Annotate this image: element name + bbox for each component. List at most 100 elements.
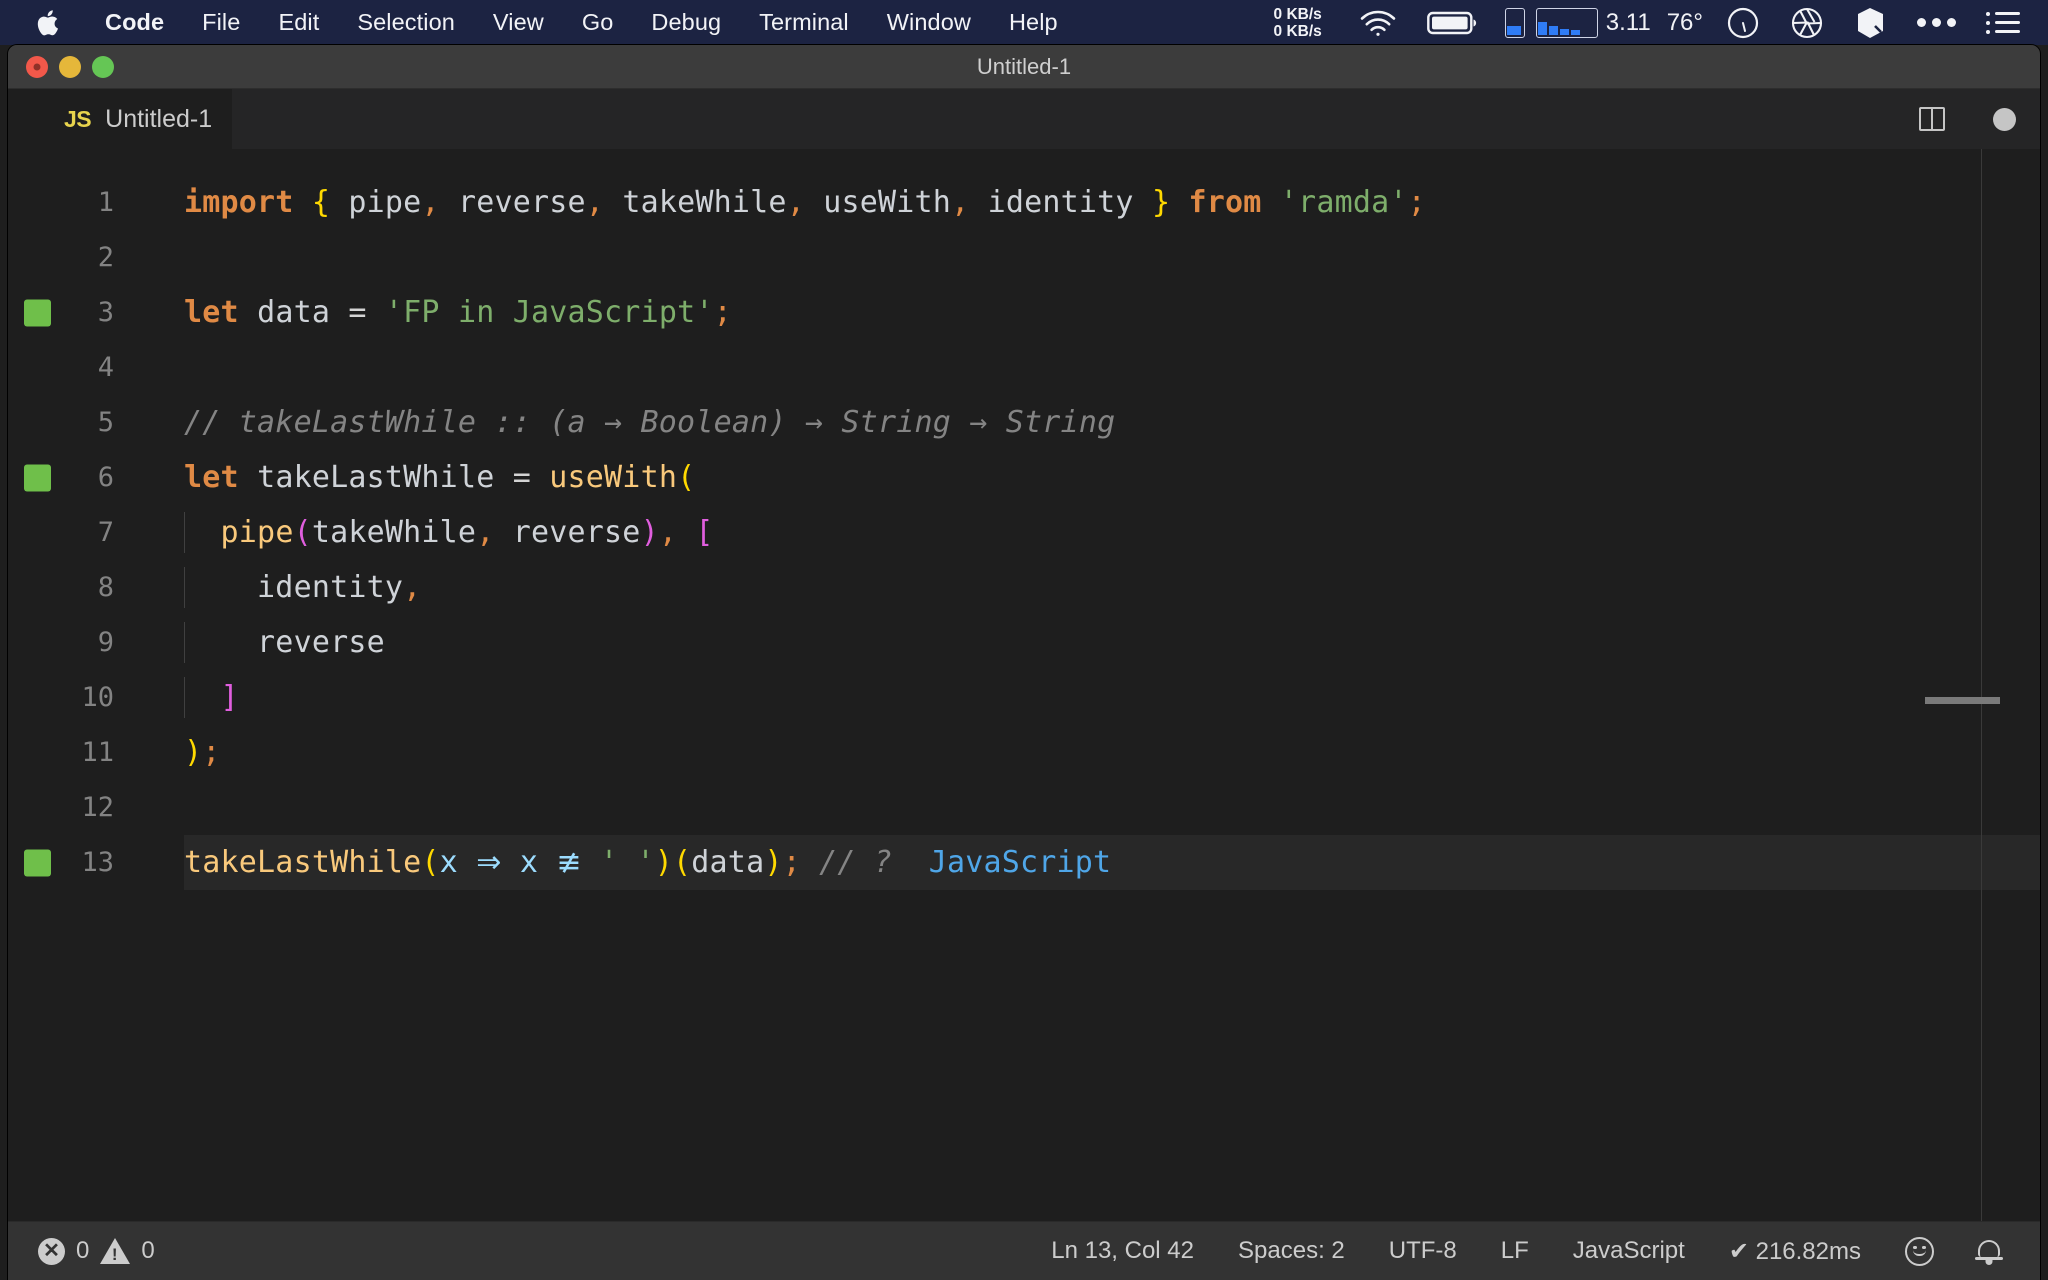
cpu-meter-icon[interactable] [1504,7,1525,38]
menu-bar-status-items: 0 KB/s 0 KB/s 3.11 76° [1274,0,2048,45]
menu-item-selection[interactable]: Selection [338,0,474,45]
line-content: reverse [136,622,385,663]
notifications-button[interactable] [1956,1238,2022,1265]
status-bar-right: Ln 13, Col 42 Spaces: 2 UTF-8 LF JavaScr… [1029,1236,2022,1266]
split-editor-icon[interactable] [1919,107,1945,131]
status-bar: ✕ 0 0 Ln 13, Col 42 Spaces: 2 UTF-8 LF J… [8,1221,2040,1280]
javascript-file-icon: JS [64,105,92,132]
code-line-5[interactable]: 5 // takeLastWhile :: (a → Boolean) → St… [8,395,2040,450]
network-upload-speed: 0 KB/s [1273,5,1322,23]
line-number: 5 [97,407,114,438]
list-menu-icon[interactable] [1986,11,2020,34]
dirty-dot-icon[interactable] [1993,107,2016,131]
quokka-live-marker[interactable] [24,299,51,326]
macos-menu-bar: Code File Edit Selection View Go Debug T… [0,0,2048,45]
battery-icon[interactable] [1426,9,1479,37]
wifi-icon[interactable] [1359,9,1397,37]
line-number: 7 [97,517,114,548]
apple-logo-icon[interactable] [0,8,86,38]
code-editor[interactable]: 1 import { pipe, reverse, takeWhile, use… [8,149,2040,1221]
code-line-4[interactable]: 4 [8,340,2040,395]
line-number: 8 [97,572,114,603]
error-count: 0 [76,1237,90,1264]
quokka-run-status[interactable]: ✔ 216.82ms [1707,1237,1883,1266]
line-number: 1 [97,187,114,218]
window-titlebar: Untitled-1 [8,45,2040,89]
code-line-3[interactable]: 3 let data = 'FP in JavaScript'; [8,285,2040,340]
line-content: let data = 'FP in JavaScript'; [184,295,732,330]
eol-status[interactable]: LF [1479,1237,1551,1265]
menu-item-edit[interactable]: Edit [259,0,338,45]
network-speed-indicator[interactable]: 0 KB/s 0 KB/s [1274,6,1322,40]
window-controls [8,55,114,78]
line-content: let takeLastWhile = useWith( [184,460,696,495]
menu-item-file[interactable]: File [183,0,259,45]
menu-item-help[interactable]: Help [990,0,1077,45]
encoding-status[interactable]: UTF-8 [1367,1237,1479,1265]
bell-icon [1975,1238,2003,1265]
menu-item-window[interactable]: Window [868,0,990,45]
cursor-position-status[interactable]: Ln 13, Col 42 [1029,1237,1216,1265]
code-line-11[interactable]: 11 ); [8,725,2040,780]
warning-triangle-icon [100,1238,131,1265]
code-line-7[interactable]: 7 pipe(takeWhile, reverse), [ [8,505,2040,560]
line-content: ] [136,677,239,718]
code-line-13[interactable]: 13 takeLastWhile(x ⇒ x ≢ ' ')(data); // … [8,835,2040,890]
tab-untitled-1[interactable]: JS Untitled-1 [8,89,233,149]
editor-scrollbar-thumb[interactable] [1925,697,2000,704]
warning-count: 0 [141,1237,155,1264]
code-line-10[interactable]: 10 ] [8,670,2040,725]
ellipsis-icon[interactable] [1917,18,1956,27]
line-content: ); [184,735,221,770]
cube-icon[interactable] [1854,6,1886,40]
close-window-button[interactable] [26,55,48,78]
error-circle-icon: ✕ [38,1237,65,1265]
quokka-live-marker[interactable] [24,849,51,876]
activity-graph-icon[interactable] [1535,7,1598,38]
problems-status[interactable]: ✕ 0 0 [24,1237,169,1265]
code-line-8[interactable]: 8 identity, [8,560,2040,615]
minimize-window-button[interactable] [59,55,81,78]
editor-vertical-rule [1981,149,1982,1221]
feedback-button[interactable] [1883,1236,1956,1266]
status-bar-left: ✕ 0 0 [8,1237,169,1265]
network-download-speed: 0 KB/s [1273,22,1322,40]
menu-bar-items: Code File Edit Selection View Go Debug T… [0,0,1077,45]
menu-item-terminal[interactable]: Terminal [740,0,868,45]
line-number: 2 [97,242,114,273]
gauge-icon[interactable] [1726,6,1760,40]
aperture-icon[interactable] [1790,6,1824,40]
window-title: Untitled-1 [976,53,1072,79]
line-content: pipe(takeWhile, reverse), [ [136,512,714,553]
quokka-live-marker[interactable] [24,464,51,491]
maximize-window-button[interactable] [92,55,114,78]
line-number: 4 [97,352,114,383]
code-lines: 1 import { pipe, reverse, takeWhile, use… [8,175,2040,890]
temperature-value[interactable]: 76° [1667,9,1703,37]
language-mode-status[interactable]: JavaScript [1551,1237,1707,1265]
vscode-window: Untitled-1 JS Untitled-1 1 import { pipe… [8,45,2040,1280]
line-number: 12 [81,792,114,823]
code-line-12[interactable]: 12 [8,780,2040,835]
code-line-2[interactable]: 2 [8,230,2040,285]
menu-item-go[interactable]: Go [563,0,633,45]
menu-item-view[interactable]: View [474,0,563,45]
system-load-value[interactable]: 3.11 [1606,9,1651,37]
line-content: identity, [136,567,421,608]
code-line-9[interactable]: 9 reverse [8,615,2040,670]
menu-item-code[interactable]: Code [86,0,183,45]
smiley-icon [1905,1236,1934,1266]
editor-actions [1919,107,2016,131]
editor-tab-bar: JS Untitled-1 [8,89,2040,149]
line-number: 10 [81,682,114,713]
indentation-status[interactable]: Spaces: 2 [1216,1237,1367,1265]
quokka-inline-result: JavaScript [928,845,1112,880]
code-line-1[interactable]: 1 import { pipe, reverse, takeWhile, use… [8,175,2040,230]
line-number: 9 [97,627,114,658]
line-number: 11 [81,737,114,768]
code-line-6[interactable]: 6 let takeLastWhile = useWith( [8,450,2040,505]
line-content: // takeLastWhile :: (a → Boolean) → Stri… [184,405,1116,440]
line-content: takeLastWhile(x ⇒ x ≢ ' ')(data); // ? J… [184,845,1112,880]
line-content: import { pipe, reverse, takeWhile, useWi… [184,185,1426,220]
menu-item-debug[interactable]: Debug [632,0,740,45]
